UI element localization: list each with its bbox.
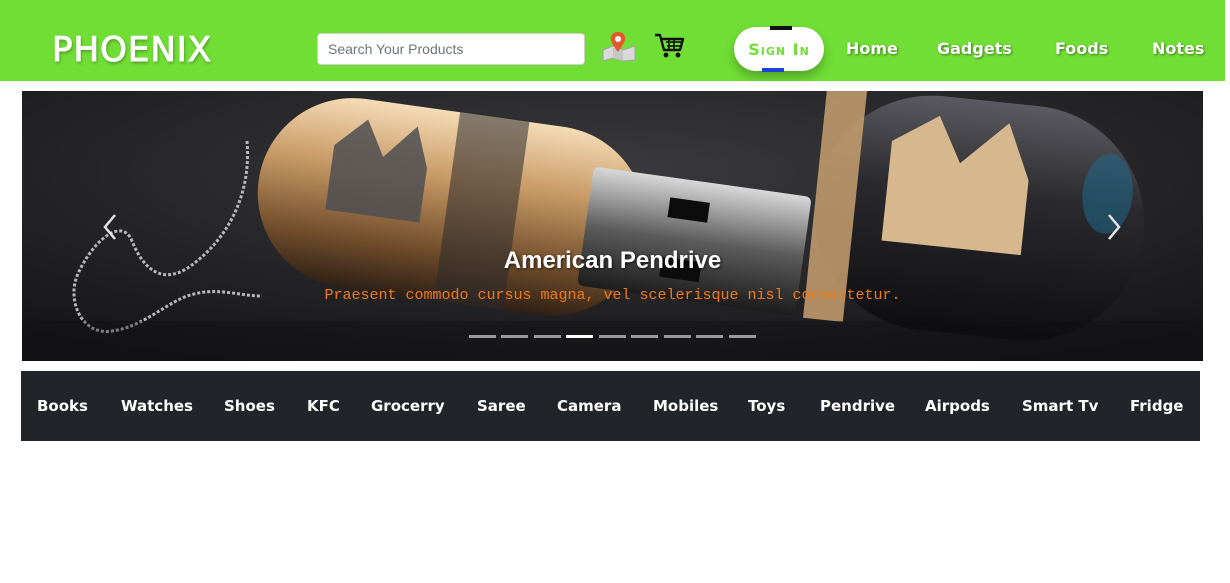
category-shoes[interactable]: Shoes [224,395,275,417]
indicator-4-active[interactable] [566,335,593,338]
sign-in-button[interactable]: Sign In [734,26,824,72]
slide-caption: Praesent commodo cursus magna, vel scele… [324,287,901,304]
pendrive-slide-image [22,91,1203,361]
category-smart-tv[interactable]: Smart Tv [1022,395,1098,417]
brand-logo[interactable]: PHOENIX [51,30,212,71]
category-pendrive[interactable]: Pendrive [820,395,895,417]
indicator-1[interactable] [469,335,496,338]
category-books[interactable]: Books [37,395,88,417]
category-kfc[interactable]: KFC [307,395,340,417]
top-navbar: PHOENIX Sign In Home Gadgets Foods Notes [0,0,1225,81]
indicator-6[interactable] [631,335,658,338]
category-navbar: Books Watches Shoes KFC Grocerry Saree C… [21,371,1200,441]
category-toys[interactable]: Toys [748,395,785,417]
category-mobiles[interactable]: Mobiles [653,395,718,417]
hero-carousel: American Pendrive Praesent commodo cursu… [22,91,1203,361]
indicator-9[interactable] [729,335,756,338]
category-watches[interactable]: Watches [121,395,193,417]
carousel-next-control[interactable] [1099,207,1129,247]
category-grocerry[interactable]: Grocerry [371,395,445,417]
map-location-icon[interactable] [601,30,637,62]
nav-notes[interactable]: Notes [1152,38,1204,60]
nav-gadgets[interactable]: Gadgets [937,38,1012,60]
category-saree[interactable]: Saree [477,395,526,417]
shopping-cart-icon[interactable] [654,33,685,59]
sign-in-label: Sign In [748,39,810,59]
category-camera[interactable]: Camera [557,395,621,417]
slide-title: American Pendrive [503,247,722,274]
indicator-7[interactable] [664,335,691,338]
indicator-8[interactable] [696,335,723,338]
category-fridge[interactable]: Fridge [1130,395,1183,417]
category-airpods[interactable]: Airpods [925,395,990,417]
indicator-5[interactable] [599,335,626,338]
search-input[interactable] [317,33,585,65]
indicator-2[interactable] [501,335,528,338]
indicator-3[interactable] [534,335,561,338]
nav-home[interactable]: Home [846,38,898,60]
button-accent-top [770,26,792,30]
nav-foods[interactable]: Foods [1055,38,1108,60]
button-accent-bottom [762,68,784,72]
carousel-prev-control[interactable] [95,207,125,247]
